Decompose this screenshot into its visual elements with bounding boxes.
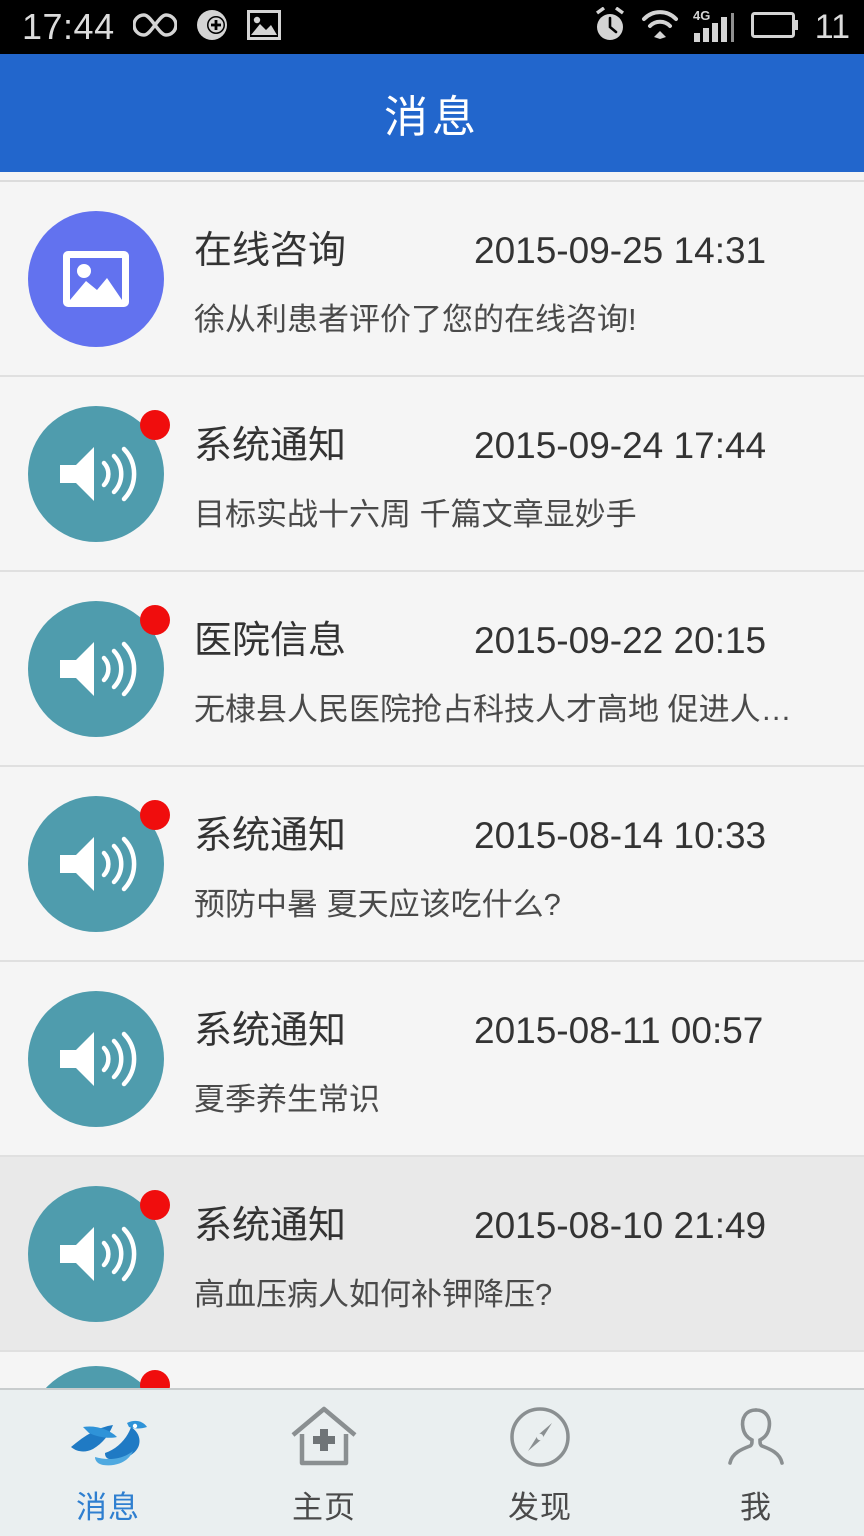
avatar [28,210,164,347]
list-item-title: 系统通知 [194,1204,347,1247]
list-item[interactable]: 系统通知 2015-08-10 21:49 高血压病人如何补钾降压? [0,1157,864,1352]
app-screen: 17:44 4G 11 消息 在线咨询 2015-09-25 14:31 徐从利… [0,0,864,1536]
header-divider [0,172,864,182]
app-header: 消息 [0,54,864,172]
message-list[interactable]: 在线咨询 2015-09-25 14:31 徐从利患者评价了您的在线咨询! 系统… [0,182,864,1388]
alarm-clock-icon [593,6,627,48]
list-item-subtitle: 高血压病人如何补钾降压? [194,1276,553,1312]
list-item-body: 系统通知 2015-08-14 10:33 预防中暑 夏天应该吃什么? [164,804,864,924]
unread-badge [140,604,170,635]
avatar [28,1366,170,1388]
page-title: 消息 [384,93,480,142]
speaker-icon [28,990,164,1127]
status-bar: 17:44 4G 11 [0,0,864,54]
avatar [28,600,170,737]
list-item-body: 系统通知 2015-08-10 21:49 高血压病人如何补钾降压? [164,1194,864,1314]
list-item[interactable]: 系统通知 2015-09-24 17:44 目标实战十六周 千篇文章显妙手 [0,377,864,572]
list-item-body: 医院信息 2015-09-22 20:15 无棣县人民医院抢占科技人才高地 促进… [164,609,864,729]
svg-text:4G: 4G [693,8,710,23]
list-item[interactable]: 医院信息 2015-09-22 20:15 无棣县人民医院抢占科技人才高地 促进… [0,572,864,767]
list-item-header: 系统通知 2015-08-10 21:49 [194,1194,838,1249]
tab-label: 我 [740,1489,772,1525]
list-item[interactable]: 在线咨询 2015-09-25 14:31 徐从利患者评价了您的在线咨询! [0,182,864,377]
list-item-date: 2015-08-11 00:57 [474,1009,764,1051]
dove-icon [65,1400,151,1474]
unread-badge [140,1370,170,1388]
avatar [28,1185,170,1322]
list-item-header: 系统通知 2015-08-14 10:33 [194,804,838,859]
avatar [28,405,170,542]
list-item-subtitle: 目标实战十六周 千篇文章显妙手 [194,496,637,532]
list-item-date: 2015-09-24 17:44 [474,424,767,466]
signal-4g-icon: 4G [693,7,737,48]
list-item-subtitle: 徐从利患者评价了您的在线咨询! [194,301,637,337]
list-item-subtitle: 预防中暑 夏天应该吃什么? [194,886,561,922]
status-bar-left: 17:44 [22,8,281,47]
person-icon [724,1400,788,1474]
list-item-subtitle: 无棣县人民医院抢占科技人才高地 促进人才… [194,691,794,727]
list-item-header: 医院信息 2015-09-22 20:15 [194,609,838,664]
list-item-title: 系统通知 [194,1009,347,1052]
list-item[interactable]: 系统通知 2015-08-14 10:33 预防中暑 夏天应该吃什么? [0,767,864,962]
battery-percent: 11 [814,8,850,46]
image-icon [246,9,281,45]
list-item-header: 在线咨询 2015-09-25 14:31 [194,219,838,274]
unread-badge [140,1189,170,1220]
list-item-title: 系统通知 [194,424,347,467]
tab-label: 主页 [292,1489,356,1525]
unread-badge [140,799,170,830]
compass-icon [508,1400,572,1474]
unread-badge [140,409,170,440]
tab-label: 消息 [76,1489,140,1525]
list-item-header: 系统通知 2015-09-24 17:44 [194,414,838,469]
list-item-body: 在线咨询 2015-09-25 14:31 徐从利患者评价了您的在线咨询! [164,219,864,339]
tab-home[interactable]: 主页 [216,1390,432,1536]
tab-profile[interactable]: 我 [648,1390,864,1536]
list-item-date: 2015-09-25 14:31 [474,229,767,271]
avatar [28,990,164,1127]
list-item[interactable]: 系统通知 2015-08-11 00:57 夏季养生常识 [0,962,864,1157]
photo-placeholder-icon [28,210,164,347]
tab-discover[interactable]: 发现 [432,1390,648,1536]
tab-messages[interactable]: 消息 [0,1390,216,1536]
sync-plus-icon [195,8,229,47]
list-item-date: 2015-08-14 10:33 [474,814,767,856]
list-item-header: 系统通知 2015-08-11 00:57 [194,999,838,1054]
list-item-body: 系统通知 2015-09-24 17:44 目标实战十六周 千篇文章显妙手 [164,414,864,534]
bottom-tab-bar: 消息 主页 发现 我 [0,1388,864,1536]
tab-label: 发现 [508,1489,572,1525]
list-item-title: 医院信息 [194,619,347,662]
status-time: 17:44 [22,6,115,47]
home-cross-icon [289,1400,359,1474]
list-item-title: 在线咨询 [194,229,347,272]
list-item-partial[interactable] [0,1352,864,1388]
battery-icon [750,11,799,44]
status-bar-right: 4G 11 [593,6,850,48]
wifi-icon [641,9,679,46]
list-item-date: 2015-09-22 20:15 [474,619,767,661]
avatar [28,795,170,932]
list-item-subtitle: 夏季养生常识 [194,1081,380,1117]
infinity-icon [131,10,178,45]
list-item-body: 系统通知 2015-08-11 00:57 夏季养生常识 [164,999,864,1119]
list-item-title: 系统通知 [194,814,347,857]
list-item-date: 2015-08-10 21:49 [474,1204,767,1246]
